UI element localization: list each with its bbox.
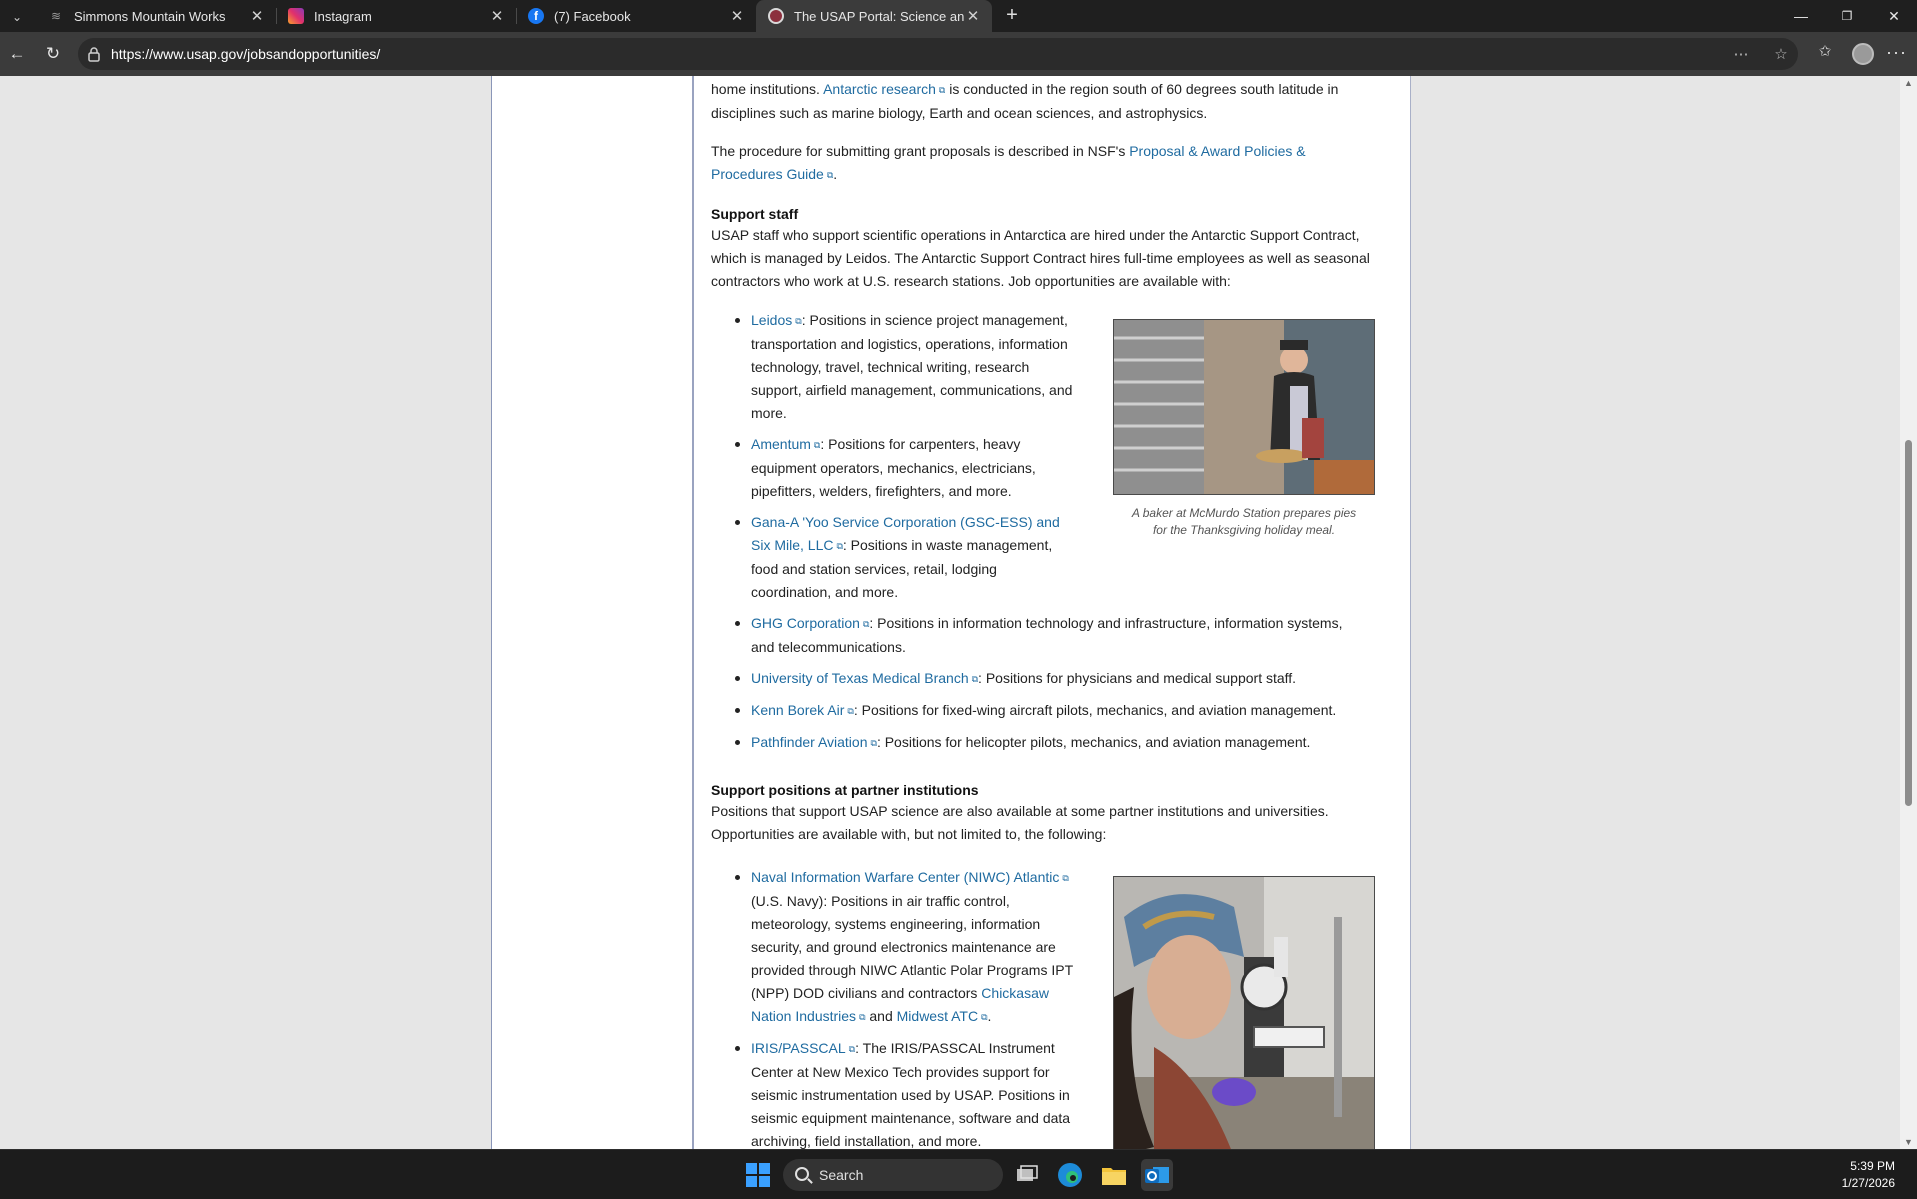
scrollbar-thumb[interactable] [1905,440,1912,806]
main-content: home institutions. Antarctic research ⧉ i… [694,76,1411,1149]
favorites-icon[interactable]: ✩ [1815,42,1835,62]
close-icon[interactable]: ✕ [248,7,266,25]
amentum-link[interactable]: Amentum [751,436,811,452]
list-item: Naval Information Warfare Center (NIWC) … [735,866,1091,1029]
six-mile-link[interactable]: Six Mile, LLC [751,537,833,553]
usap-icon [768,8,784,24]
reading-mode-icon[interactable]: ⋯ [1731,45,1751,65]
tab-instagram[interactable]: Instagram ✕ [276,0,517,32]
microscope-photo-image [1114,877,1374,1149]
partner-institutions-heading: Support positions at partner institution… [711,782,979,798]
leidos-link[interactable]: Leidos [751,312,792,328]
refresh-icon[interactable]: ↻ [41,42,65,66]
address-bar[interactable]: https://www.usap.gov/jobsandopportunitie… [78,38,1798,70]
search-icon [795,1167,809,1181]
external-link-icon: ⧉ [1062,873,1069,883]
list-item: Amentum ⧉: Positions for carpenters, heav… [735,433,1091,503]
list-item: IRIS/PASSCAL ⧉: The IRIS/PASSCAL Instrume… [735,1037,1091,1149]
chickasaw-link[interactable]: Chickasaw [981,985,1049,1001]
simmons-icon: ≋ [50,9,62,23]
left-sidebar-column [491,76,694,1149]
list-item: GHG Corporation ⧉: Positions in informati… [735,612,1391,659]
windows-start-icon[interactable] [742,1159,774,1191]
baker-photo [1113,319,1375,495]
partner-institutions-paragraph: Positions that support USAP science are … [711,803,1329,842]
midwest-atc-link[interactable]: Midwest ATC [897,1008,978,1024]
list-item: University of Texas Medical Branch ⧉: Pos… [735,667,1391,691]
external-link-icon: ⧉ [859,1012,866,1022]
tab-title: Simmons Mountain Works [74,8,226,24]
scroll-down-icon[interactable]: ▼ [1900,1135,1917,1149]
close-window-button[interactable]: ✕ [1871,0,1917,32]
clock-time: 5:39 PM [1850,1159,1895,1173]
pathfinder-aviation-link[interactable]: Pathfinder Aviation [751,734,868,750]
tab-actions-chevron-icon[interactable]: ⌄ [6,6,28,28]
favorite-star-icon[interactable]: ☆ [1771,45,1791,65]
new-tab-button[interactable]: + [1000,4,1024,28]
list-item: Pathfinder Aviation ⧉: Positions for heli… [735,731,1391,755]
vertical-scrollbar[interactable]: ▲ ▼ [1900,76,1917,1149]
facebook-icon: f [528,8,544,24]
edge-icon[interactable] [1054,1159,1086,1191]
taskbar-search[interactable]: Search [783,1159,1003,1191]
partner-institutions-list: Naval Information Warfare Center (NIWC) … [735,866,1091,1149]
back-arrow-icon[interactable]: ← [5,42,29,66]
proposal-award-policies-link[interactable]: Proposal & Award Policies & [1129,143,1305,159]
page-viewport: home institutions. Antarctic research ⧉ i… [0,76,1917,1149]
settings-more-button[interactable]: ··· [1886,42,1907,63]
external-link-icon: ⧉ [938,85,946,95]
list-item: Kenn Borek Air ⧉: Positions for fixed-win… [735,699,1391,723]
kenn-borek-air-link[interactable]: Kenn Borek Air [751,702,844,718]
iris-passcal-link[interactable]: IRIS/PASSCAL [751,1040,846,1056]
tab-strip: ⌄ ≋ Simmons Mountain Works ✕ Instagram ✕… [0,0,1917,32]
tab-simmons-mountain-works[interactable]: ≋ Simmons Mountain Works ✕ [36,0,277,32]
tab-facebook[interactable]: f (7) Facebook ✕ [516,0,756,32]
niwc-atlantic-link[interactable]: Naval Information Warfare Center (NIWC) … [751,869,1059,885]
outlook-icon[interactable] [1141,1159,1173,1191]
baker-photo-image [1114,320,1374,494]
grant-proposal-paragraph: The procedure for submitting grant propo… [711,140,1401,187]
task-view-icon[interactable] [1011,1159,1043,1191]
file-explorer-icon[interactable] [1098,1159,1130,1191]
close-icon[interactable]: ✕ [964,7,982,25]
antarctic-research-link[interactable]: Antarctic research [823,81,936,97]
browser-toolbar: ← ↻ https://www.usap.gov/jobsandopportun… [0,32,1917,76]
microscope-photo [1113,876,1375,1149]
url-text[interactable]: https://www.usap.gov/jobsandopportunitie… [111,46,380,62]
baker-photo-caption: A baker at McMurdo Station prepares pies… [1131,506,1357,537]
tab-title: (7) Facebook [554,8,631,24]
close-icon[interactable]: ✕ [728,7,746,25]
scroll-up-icon[interactable]: ▲ [1900,76,1917,90]
tab-title: The USAP Portal: Science and Sup [794,8,964,24]
intro-paragraph: home institutions. Antarctic research ⧉ i… [711,81,1339,121]
clock-date: 1/27/2026 [1841,1176,1895,1190]
procedures-guide-link[interactable]: Procedures Guide [711,166,824,182]
close-icon[interactable]: ✕ [488,7,506,25]
support-staff-paragraph: USAP staff who support scientific operat… [711,227,1370,289]
utmb-link[interactable]: University of Texas Medical Branch [751,670,969,686]
lock-icon[interactable] [87,46,101,62]
profile-avatar[interactable] [1852,43,1874,65]
tab-usap-portal[interactable]: The USAP Portal: Science and Sup ✕ [756,0,992,32]
system-clock[interactable]: 5:39 PM 1/27/2026 [1842,1158,1895,1192]
nation-industries-link[interactable]: Nation Industries [751,1008,856,1024]
tab-title: Instagram [314,8,372,24]
ghg-corporation-link[interactable]: GHG Corporation [751,615,860,631]
taskbar: Search 5:39 PM 1/27/2026 [0,1149,1917,1199]
minimize-button[interactable]: — [1778,0,1824,32]
list-item: Leidos ⧉: Positions in science project ma… [735,309,1091,425]
list-item: Gana-A 'Yoo Service Corporation (GSC-ESS… [735,511,1091,604]
instagram-icon [288,8,304,24]
gana-a-yoo-link[interactable]: Gana-A 'Yoo Service Corporation (GSC-ESS… [751,514,1060,530]
restore-button[interactable]: ❐ [1824,0,1870,32]
support-staff-heading: Support staff [711,206,799,222]
